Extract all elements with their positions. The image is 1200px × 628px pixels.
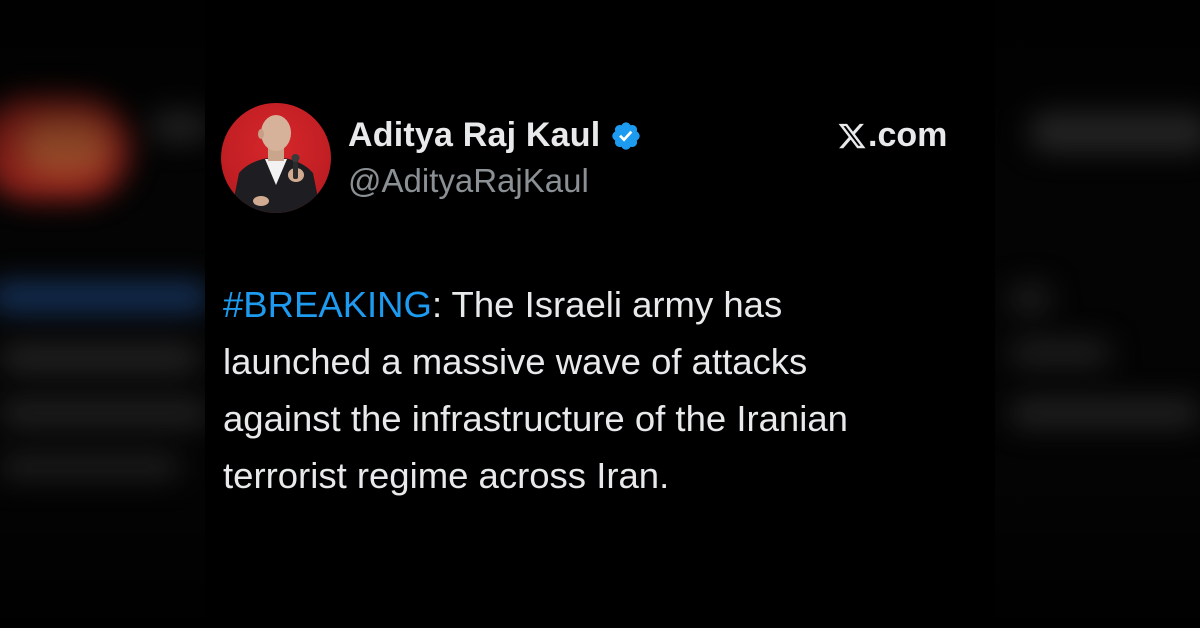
- author-handle[interactable]: @AdityaRajKaul: [348, 162, 589, 200]
- tweet-card: Aditya Raj Kaul @AdityaRajKaul .com #BRE…: [205, 0, 995, 628]
- left-vignette: [0, 0, 205, 628]
- hashtag-link[interactable]: #BREAKING: [223, 284, 432, 325]
- tweet-line-4: terrorist regime across Iran.: [223, 455, 670, 496]
- tweet-text: #BREAKING: The Israeli army has launched…: [223, 276, 983, 504]
- author-name[interactable]: Aditya Raj Kaul: [348, 116, 600, 155]
- screenshot-stage: Aditya Raj Kaul @AdityaRajKaul .com #BRE…: [0, 0, 1200, 628]
- tweet-line-2: launched a massive wave of attacks: [223, 341, 808, 382]
- tweet-line-1-text: : The Israeli army has: [431, 284, 783, 325]
- right-vignette: [995, 0, 1200, 628]
- brand-label: .com: [868, 116, 948, 154]
- author-name-row: Aditya Raj Kaul: [348, 116, 642, 155]
- tweet-line-1: #BREAKING: The Israeli army has: [223, 276, 983, 333]
- verified-badge-icon: [612, 121, 641, 150]
- avatar-photo: [231, 115, 321, 213]
- x-logo-icon: [838, 123, 866, 148]
- tweet-line-3: against the infrastructure of the Irania…: [223, 398, 848, 439]
- brand-link[interactable]: .com: [837, 116, 947, 155]
- avatar[interactable]: [221, 103, 331, 213]
